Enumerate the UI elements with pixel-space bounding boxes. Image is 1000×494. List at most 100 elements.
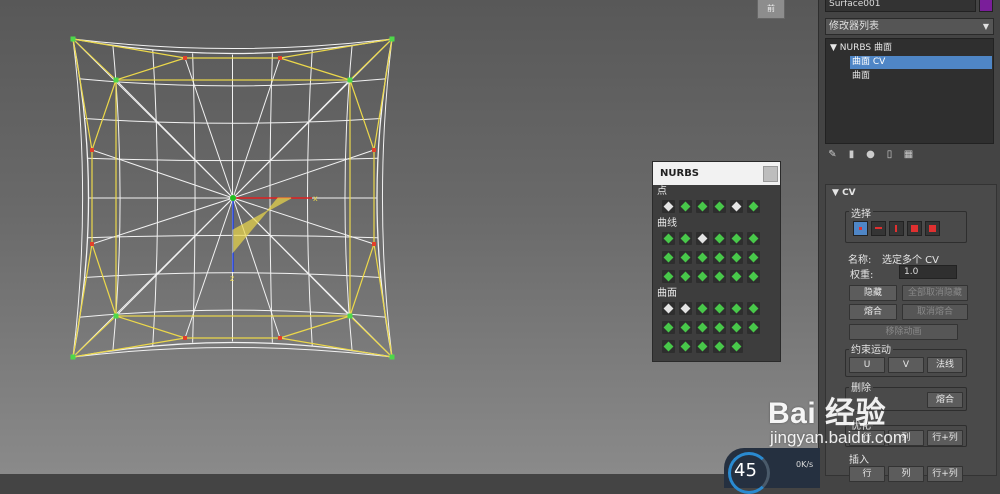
rail-sweep-1-icon[interactable] <box>662 340 675 353</box>
point-tool-icon[interactable] <box>662 200 675 213</box>
insert-group-label: 插入 <box>849 451 869 466</box>
cv-curve-icon[interactable] <box>662 232 675 245</box>
remove-modifier-icon[interactable]: ▯ <box>884 149 895 160</box>
insert-column-button[interactable]: 列 <box>888 466 924 482</box>
cv-point <box>90 148 94 152</box>
cv-surface-icon[interactable] <box>662 302 675 315</box>
curve-point-icon[interactable] <box>696 200 709 213</box>
surface-point-icon[interactable] <box>730 200 743 213</box>
point-curve-icon[interactable] <box>679 232 692 245</box>
surface-edge-icon[interactable] <box>747 270 760 283</box>
refine-row-column-button[interactable]: 行+列 <box>927 430 963 446</box>
expand-triangle-icon[interactable]: ▼ <box>830 43 837 53</box>
make-unique-icon[interactable]: ● <box>865 149 876 160</box>
v-iso-curve-icon[interactable] <box>747 251 760 264</box>
name-label: 名称: <box>848 251 871 266</box>
cv-cage-edge <box>350 244 374 316</box>
offset-curve-icon[interactable] <box>747 232 760 245</box>
stack-toolbar: ✎ ▮ ● ▯ ▦ <box>827 149 914 160</box>
stack-item-surface-cv[interactable]: 曲面 CV <box>850 56 992 69</box>
cv-point-selected <box>114 78 119 83</box>
surface-curve-point-icon[interactable] <box>747 200 760 213</box>
network-gauge: 45 0K/s <box>724 448 820 488</box>
row-cv-level-button[interactable] <box>871 221 886 236</box>
multicurve-trim-icon[interactable] <box>713 340 726 353</box>
cv-rollout-header[interactable]: ▼ CV <box>826 185 996 201</box>
transform-surface-icon[interactable] <box>696 302 709 315</box>
fit-curve-icon[interactable] <box>696 232 709 245</box>
modifier-list-dropdown[interactable]: 修改器列表 ▼ <box>825 18 994 35</box>
close-icon[interactable] <box>763 166 778 182</box>
mirror-curve-icon[interactable] <box>662 251 675 264</box>
cap-surface-icon[interactable] <box>713 321 726 334</box>
stack-item-label: NURBS 曲面 <box>840 43 892 53</box>
rail-sweep-2-icon[interactable] <box>679 340 692 353</box>
surface-edge-curve-icon[interactable] <box>713 251 726 264</box>
blend-surface-icon[interactable] <box>713 302 726 315</box>
insert-row-button[interactable]: 行 <box>849 466 885 482</box>
selection-group-label: 选择 <box>849 205 873 220</box>
uv-loft-surface-icon[interactable] <box>747 321 760 334</box>
nurbs-toolbox-title-text: NURBS <box>660 168 699 179</box>
blend-curve-icon[interactable] <box>730 232 743 245</box>
column-cv-level-button[interactable] <box>889 221 904 236</box>
gauge-value: 45 <box>734 460 757 481</box>
point-curve-on-surface-icon[interactable] <box>713 270 726 283</box>
constrain-v-button[interactable]: V <box>888 357 924 373</box>
surface-tessellation-line <box>116 198 233 316</box>
constrain-u-button[interactable]: U <box>849 357 885 373</box>
mirror-surface-icon[interactable] <box>747 302 760 315</box>
curve-curve-point-icon[interactable] <box>713 200 726 213</box>
cv-point-selected <box>348 78 353 83</box>
cv-cage-edge <box>116 316 185 338</box>
u-loft-surface-icon[interactable] <box>730 321 743 334</box>
delete-fuse-button[interactable]: 熔合 <box>927 392 963 408</box>
weight-spinner[interactable]: 1.0 <box>899 265 957 279</box>
object-color-swatch[interactable] <box>979 0 993 12</box>
curves-tool-row-1 <box>653 230 780 246</box>
fillet-surface-icon[interactable] <box>730 340 743 353</box>
points-tool-row <box>653 198 780 214</box>
lathe-surface-icon[interactable] <box>679 321 692 334</box>
surface-offset-curve-icon[interactable] <box>730 270 743 283</box>
remove-animation-button[interactable]: 移除动画 <box>849 324 958 340</box>
unhide-all-button[interactable]: 全部取消隐藏 <box>902 285 968 301</box>
configure-modifier-sets-icon[interactable]: ▦ <box>903 149 914 160</box>
cv-point <box>372 242 376 246</box>
pin-stack-icon[interactable]: ✎ <box>827 149 838 160</box>
unfuse-button[interactable]: 取消熔合 <box>902 304 968 320</box>
constrain-normal-button[interactable]: 法线 <box>927 357 963 373</box>
viewcube[interactable]: 前 <box>757 0 785 19</box>
constrain-group-label: 约束运动 <box>849 341 893 356</box>
gizmo-origin <box>230 195 236 201</box>
row-column-cv-level-button[interactable] <box>907 221 922 236</box>
offset-point-icon[interactable] <box>679 200 692 213</box>
insert-row-column-button[interactable]: 行+列 <box>927 466 963 482</box>
cv-point-selected <box>348 314 353 319</box>
transform-curve-icon[interactable] <box>713 232 726 245</box>
normal-projected-curve-icon[interactable] <box>662 270 675 283</box>
stack-item-nurbs-surface[interactable]: ▼ NURBS 曲面 <box>830 42 892 55</box>
offset-surface-icon[interactable] <box>730 302 743 315</box>
multisided-blend-icon[interactable] <box>696 340 709 353</box>
extrude-surface-icon[interactable] <box>662 321 675 334</box>
object-name-field[interactable]: Surface001 <box>825 0 976 12</box>
single-cv-level-button[interactable] <box>853 221 868 236</box>
chamfer-curve-icon[interactable] <box>679 251 692 264</box>
fuse-button[interactable]: 熔合 <box>849 304 897 320</box>
surfaces-tool-row-3 <box>653 338 780 354</box>
perspective-viewport[interactable]: xz 前 NURBS 点 曲线 <box>0 0 818 474</box>
u-iso-curve-icon[interactable] <box>730 251 743 264</box>
hide-button[interactable]: 隐藏 <box>849 285 897 301</box>
vector-projected-curve-icon[interactable] <box>679 270 692 283</box>
cv-point <box>372 148 376 152</box>
stack-item-surface[interactable]: 曲面 <box>852 70 870 83</box>
ruled-surface-icon[interactable] <box>696 321 709 334</box>
cv-curve-on-surface-icon[interactable] <box>696 270 709 283</box>
cv-cage-edge <box>92 244 116 316</box>
point-surface-icon[interactable] <box>679 302 692 315</box>
nurbs-toolbox-title[interactable]: NURBS <box>653 162 780 185</box>
all-cv-level-button[interactable] <box>925 221 940 236</box>
fillet-curve-icon[interactable] <box>696 251 709 264</box>
show-end-result-icon[interactable]: ▮ <box>846 149 857 160</box>
